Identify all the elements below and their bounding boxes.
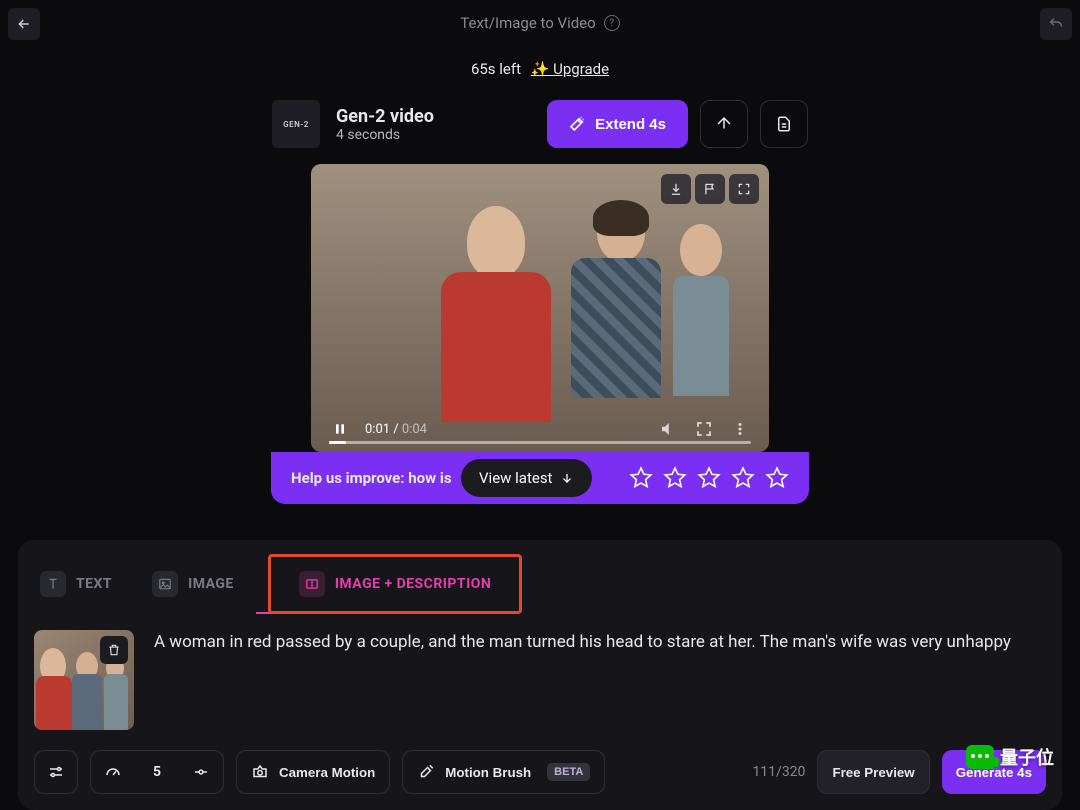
star-4[interactable] [731,466,755,490]
brush-icon [417,763,435,781]
feedback-prompt: Help us improve: how is [291,469,452,487]
flag-button[interactable] [695,174,725,204]
pause-button[interactable] [329,418,351,440]
video-duration-label: 4 seconds [336,127,434,143]
watermark: 量子位 [966,744,1054,770]
flag-icon [703,182,717,196]
undo-icon [1048,16,1064,32]
input-panel: TEXT IMAGE IMAGE + DESCRIPTION A woman i… [18,540,1062,810]
gauge-icon [91,751,135,793]
motion-brush-label: Motion Brush [445,765,531,780]
document-icon [775,115,793,133]
upgrade-link[interactable]: ✨ Upgrade [531,60,609,78]
delete-image-button[interactable] [100,636,128,664]
duration-value: 5 [135,751,179,793]
tab-image[interactable]: IMAGE [146,561,240,607]
download-button[interactable] [661,174,691,204]
share-icon [715,115,733,133]
extend-label: Extend 4s [595,116,666,133]
star-3[interactable] [697,466,721,490]
watermark-text: 量子位 [1000,744,1054,770]
motion-brush-button[interactable]: Motion Brush BETA [402,750,605,794]
tab-image-label: IMAGE [188,576,234,592]
camera-motion-icon [251,763,269,781]
fullscreen-icon [695,420,713,438]
wechat-icon [966,745,994,769]
expand-icon [737,182,751,196]
free-preview-label: Free Preview [832,765,914,780]
tab-image-description[interactable]: IMAGE + DESCRIPTION [268,554,522,614]
seek-progress [329,441,346,444]
share-button[interactable] [700,100,748,148]
star-1[interactable] [629,466,653,490]
more-vert-icon [731,420,749,438]
keyframe-icon [179,751,223,793]
total-duration: 0:04 [402,422,427,437]
arrow-left-icon [16,16,32,32]
magic-wand-icon [569,116,585,132]
feedback-bar: Help us improve: how is View latest [271,452,809,504]
help-icon[interactable]: ? [604,15,620,31]
model-badge: GEN-2 [272,100,320,148]
text-icon [40,571,66,597]
timecode: 0:01 / 0:04 [365,422,427,437]
volume-button[interactable] [657,418,679,440]
beta-badge: BETA [547,763,590,781]
settings-button[interactable] [34,750,78,794]
current-time: 0:01 [365,422,390,437]
video-content [311,164,769,452]
volume-icon [659,420,677,438]
more-button[interactable] [729,418,751,440]
tab-text[interactable]: TEXT [34,561,118,607]
expand-button[interactable] [729,174,759,204]
trash-icon [107,643,121,657]
download-icon [669,182,683,196]
star-2[interactable] [663,466,687,490]
video-player[interactable]: 0:01 / 0:04 [311,164,769,452]
tab-image-desc-label: IMAGE + DESCRIPTION [335,576,491,592]
video-title: Gen-2 video [336,106,434,127]
page-title: Text/Image to Video [460,14,595,32]
char-counter: 111/320 [752,764,805,780]
document-button[interactable] [760,100,808,148]
image-icon [152,571,178,597]
time-left-label: 65s left [471,60,521,78]
tab-text-label: TEXT [76,576,112,592]
camera-motion-label: Camera Motion [279,765,375,780]
star-5[interactable] [765,466,789,490]
arrow-down-icon [560,471,574,485]
view-latest-label: View latest [479,469,552,487]
seek-bar[interactable] [329,441,751,444]
camera-motion-button[interactable]: Camera Motion [236,750,390,794]
pause-icon [332,421,348,437]
prompt-text[interactable]: A woman in red passed by a couple, and t… [154,630,1011,730]
back-button[interactable] [8,8,40,40]
reference-image[interactable] [34,630,134,730]
fullscreen-button[interactable] [693,418,715,440]
image-desc-icon [299,571,325,597]
undo-button[interactable] [1040,8,1072,40]
view-latest-button[interactable]: View latest [461,459,592,497]
sliders-icon [47,763,65,781]
duration-stepper[interactable]: 5 [90,750,224,794]
free-preview-button[interactable]: Free Preview [817,750,929,794]
extend-button[interactable]: Extend 4s [547,100,688,148]
